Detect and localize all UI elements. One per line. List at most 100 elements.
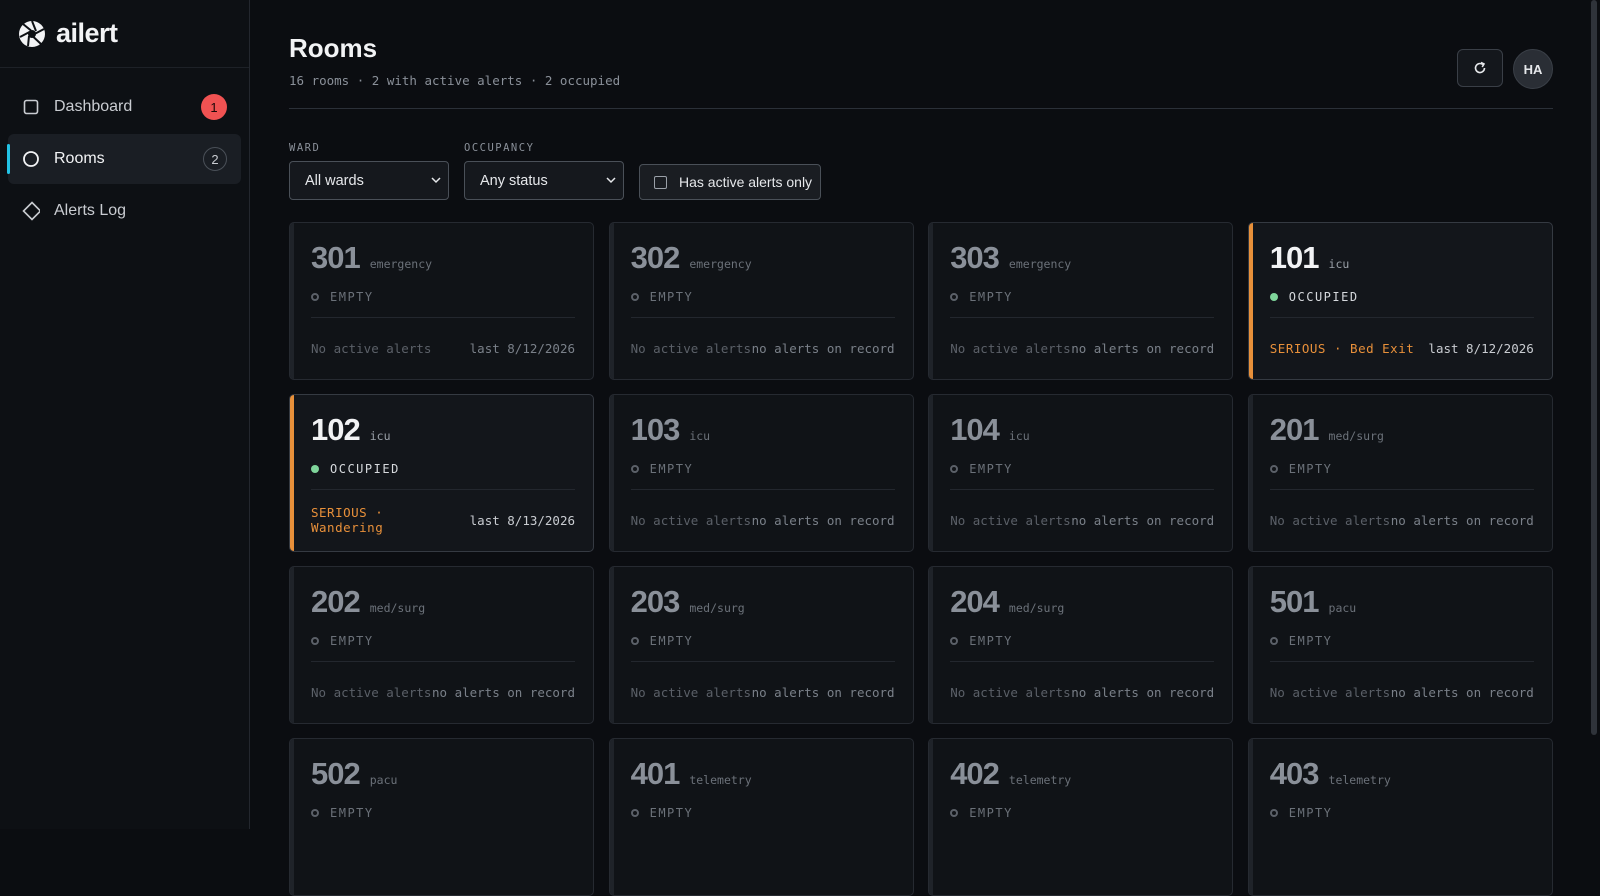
active-alert-text: SERIOUS · Bed Exit [1269,340,1415,356]
alert-summary: No active alerts [311,684,432,700]
room-number: 302 [630,240,681,275]
alert-summary: No active alerts [630,512,752,528]
room-card[interactable]: 401 telemetry EMPTY [608,738,914,896]
occupancy-status-text: EMPTY [330,290,374,304]
room-card-header: 103 icu [631,395,895,449]
room-number: 502 [311,756,361,791]
room-card[interactable]: 101 icu OCCUPIED SERIOUS · Bed Exit last 8/1… [1247,222,1553,380]
last-alert-text: no alerts on record [751,684,895,700]
room-ward: pacu [1328,601,1357,615]
room-card[interactable]: 502 pacu EMPTY [289,738,594,896]
active-alerts-checkbox[interactable] [654,175,667,189]
alert-summary: No active alerts [1269,684,1391,700]
occupancy-status-text: EMPTY [969,634,1013,648]
sidebar-nav: Dashboard 1 Rooms 2 Alerts Log [0,68,249,236]
occupancy-status-text: EMPTY [649,634,694,648]
room-number: 301 [311,240,361,275]
last-alert-text: last 8/12/2026 [469,340,575,356]
room-ward: emergency [1008,257,1072,271]
occupancy-status-text: OCCUPIED [330,462,400,476]
page-summary: 16 rooms · 2 with active alerts · 2 occu… [289,73,621,88]
room-card[interactable]: 204 med/surg EMPTY No active alerts no alert… [928,566,1234,724]
occupancy-status-text: EMPTY [969,462,1013,476]
room-card[interactable]: 202 med/surg EMPTY No active alerts no alert… [289,566,594,724]
room-card[interactable]: 102 icu OCCUPIED SERIOUS · Wandering last 8/… [289,394,594,552]
ward-select[interactable]: All wards [289,161,449,200]
occupancy-status: EMPTY [1269,805,1534,821]
room-card-header: 301 emergency [311,223,575,277]
user-avatar[interactable]: HA [1513,49,1553,89]
room-card-header: 403 telemetry [1270,739,1534,793]
brand[interactable]: ailert [0,0,249,68]
rooms-count-badge: 2 [203,147,227,171]
room-number: 401 [630,756,681,791]
page-scrollbar[interactable] [1591,0,1597,735]
aperture-logo-icon [19,20,45,47]
occupancy-status: EMPTY [950,805,1214,821]
room-ward: emergency [369,257,433,271]
room-card[interactable]: 303 emergency EMPTY No active alerts no aler… [928,222,1234,380]
occupancy-select-value: Any status [480,172,548,189]
room-ward: telemetry [1328,773,1391,787]
room-number: 303 [950,240,1000,275]
last-alert-text: no alerts on record [432,684,575,700]
room-card-footer: No active alerts last 8/12/2026 [311,317,575,379]
room-ward: icu [1328,257,1350,271]
sidebar-item-label: Rooms [54,150,105,167]
alert-summary: No active alerts [630,340,752,356]
occupancy-status: EMPTY [950,461,1214,477]
occupancy-status-text: EMPTY [330,806,374,820]
occupied-dot-icon [311,465,319,473]
ward-filter-label: WARD [289,142,321,154]
room-ward: telemetry [689,773,752,787]
room-card[interactable]: 201 med/surg EMPTY No active alerts no alert… [1247,394,1553,552]
sidebar-item-alerts-log[interactable]: Alerts Log [8,186,241,236]
room-card[interactable]: 402 telemetry EMPTY [928,738,1234,896]
room-card[interactable]: 203 med/surg EMPTY No active alerts no alert… [608,566,914,724]
occupancy-status-text: EMPTY [1288,806,1333,820]
room-ward: icu [689,429,711,443]
room-ward: telemetry [1008,773,1072,787]
last-alert-text: no alerts on record [751,340,895,356]
room-card[interactable]: 103 icu EMPTY No active alerts no alerts on … [608,394,914,552]
room-card-footer: No active alerts no alerts on record [1270,489,1534,551]
room-card[interactable]: 301 emergency EMPTY No active alerts last 8/… [289,222,594,380]
room-card[interactable]: 403 telemetry EMPTY [1247,738,1553,896]
empty-dot-icon [1269,809,1278,817]
room-card-header: 303 emergency [950,223,1214,277]
last-alert-text: no alerts on record [751,512,895,528]
square-icon [22,98,40,116]
empty-dot-icon [311,293,319,301]
room-number: 403 [1269,756,1320,791]
room-card-header: 402 telemetry [950,739,1214,793]
room-card-footer: No active alerts no alerts on record [950,317,1214,379]
sidebar-item-dashboard[interactable]: Dashboard 1 [8,82,241,132]
sidebar: ailert Dashboard 1 Rooms 2 Alerts Log [0,0,250,829]
occupancy-status: EMPTY [630,289,895,305]
occupancy-status: EMPTY [950,633,1214,649]
room-card[interactable]: 302 emergency EMPTY No active alerts no aler… [608,222,914,380]
occupancy-select[interactable]: Any status [464,161,624,200]
empty-dot-icon [311,637,319,645]
room-card-footer: No active alerts no alerts on record [631,489,895,551]
sidebar-item-rooms[interactable]: Rooms 2 [7,134,241,184]
active-alerts-label: Has active alerts only [679,174,813,190]
refresh-button[interactable] [1457,49,1503,87]
room-card-footer: SERIOUS · Bed Exit last 8/12/2026 [1270,317,1534,379]
last-alert-text: last 8/12/2026 [1428,340,1534,356]
active-alerts-toggle[interactable]: Has active alerts only [639,164,821,200]
room-card[interactable]: 104 icu EMPTY No active alerts no alerts on … [928,394,1234,552]
room-number: 201 [1269,412,1320,447]
occupancy-status: EMPTY [1269,633,1534,649]
occupancy-status: EMPTY [311,289,575,305]
empty-dot-icon [630,809,639,817]
room-ward: med/surg [689,601,745,615]
occupancy-status: EMPTY [311,633,575,649]
active-alert-text: SERIOUS · Wandering [311,505,384,535]
occupancy-status: OCCUPIED [1269,289,1534,305]
circle-icon [22,150,40,168]
empty-dot-icon [1269,465,1278,473]
room-number: 101 [1269,240,1320,275]
room-card[interactable]: 501 pacu EMPTY No active alerts no alerts on… [1247,566,1553,724]
refresh-icon [1474,61,1486,74]
